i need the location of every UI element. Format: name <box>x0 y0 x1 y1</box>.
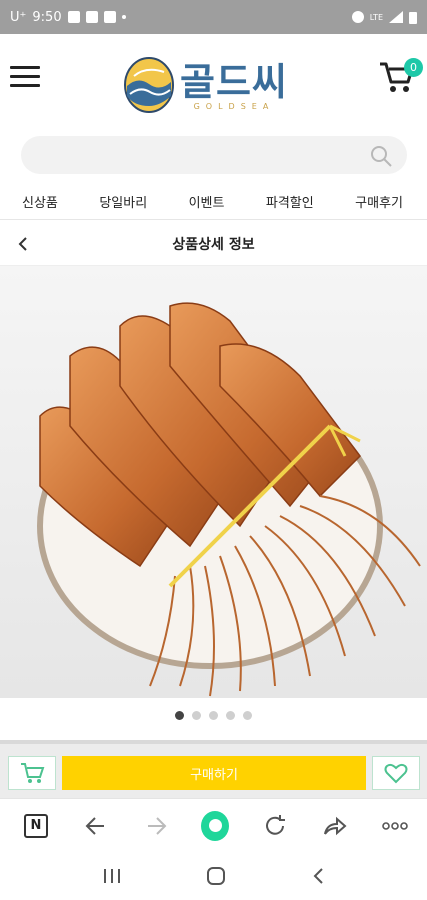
add-to-cart-button[interactable] <box>8 756 56 790</box>
search-bar <box>21 136 407 174</box>
gallery-dot[interactable] <box>243 711 252 720</box>
nav-item-new[interactable]: 신상품 <box>22 192 58 211</box>
gallery-pagination <box>0 711 427 720</box>
nav-item-reviews[interactable]: 구매후기 <box>355 192 403 211</box>
nav-item-same-day[interactable]: 당일바리 <box>99 192 147 211</box>
goldsea-logo-mark-icon <box>124 57 174 113</box>
message-notification-icon <box>103 11 116 23</box>
back-arrow-icon[interactable] <box>82 812 110 840</box>
heart-icon <box>384 763 408 784</box>
signal-icon <box>389 11 403 23</box>
nav-item-sale[interactable]: 파격할인 <box>266 192 314 211</box>
detail-subheader: 상품상세 정보 <box>0 222 427 266</box>
menu-icon[interactable] <box>10 66 40 90</box>
green-dot-button[interactable] <box>201 810 230 841</box>
gallery-dot[interactable] <box>226 711 235 720</box>
search-icon[interactable] <box>369 144 393 168</box>
gallery-dot[interactable] <box>209 711 218 720</box>
recent-apps-icon[interactable] <box>102 867 122 885</box>
site-logo[interactable]: 골드씨 GOLDSEA <box>124 52 314 118</box>
product-image[interactable] <box>0 266 427 698</box>
category-nav: 신상품 당일바리 이벤트 파격할인 구매후기 <box>0 184 427 220</box>
site-header: 골드씨 GOLDSEA 0 <box>0 34 427 130</box>
more-options-icon[interactable] <box>381 812 409 840</box>
clock: 9:50 <box>32 9 62 25</box>
search-input[interactable] <box>21 136 361 174</box>
network-label: LTE <box>369 12 383 22</box>
status-bar: U⁺ 9:50 LTE <box>0 0 427 34</box>
refresh-icon[interactable] <box>261 812 289 840</box>
cart-icon <box>21 763 45 783</box>
system-navigation-bar <box>0 852 427 900</box>
forward-arrow-icon[interactable] <box>142 812 170 840</box>
back-chevron-icon[interactable] <box>18 236 28 252</box>
logo-wordmark: 골드씨 <box>180 59 288 104</box>
share-icon[interactable] <box>321 812 349 840</box>
battery-icon <box>409 11 417 24</box>
page-title: 상품상세 정보 <box>172 236 255 253</box>
naver-home-button[interactable]: N <box>22 812 50 840</box>
gallery-dot[interactable] <box>175 711 184 720</box>
home-icon[interactable] <box>206 866 226 886</box>
green-dot-icon <box>201 810 230 841</box>
wishlist-button[interactable] <box>372 756 420 790</box>
app-notification-icon <box>67 11 80 23</box>
gallery-dot[interactable] <box>192 711 201 720</box>
browser-toolbar: N <box>0 798 427 852</box>
system-back-icon[interactable] <box>311 866 325 886</box>
purchase-action-bar: 구매하기 <box>0 740 427 798</box>
nav-item-event[interactable]: 이벤트 <box>189 192 225 211</box>
image-notification-icon <box>85 11 98 23</box>
more-notifications-icon <box>121 15 126 19</box>
cart-count-badge: 0 <box>404 58 423 77</box>
alarm-icon <box>351 11 364 23</box>
naver-n-icon: N <box>24 813 48 838</box>
buy-button[interactable]: 구매하기 <box>62 756 366 790</box>
carrier-label: U⁺ <box>10 9 27 25</box>
logo-subtitle: GOLDSEA <box>193 101 275 111</box>
